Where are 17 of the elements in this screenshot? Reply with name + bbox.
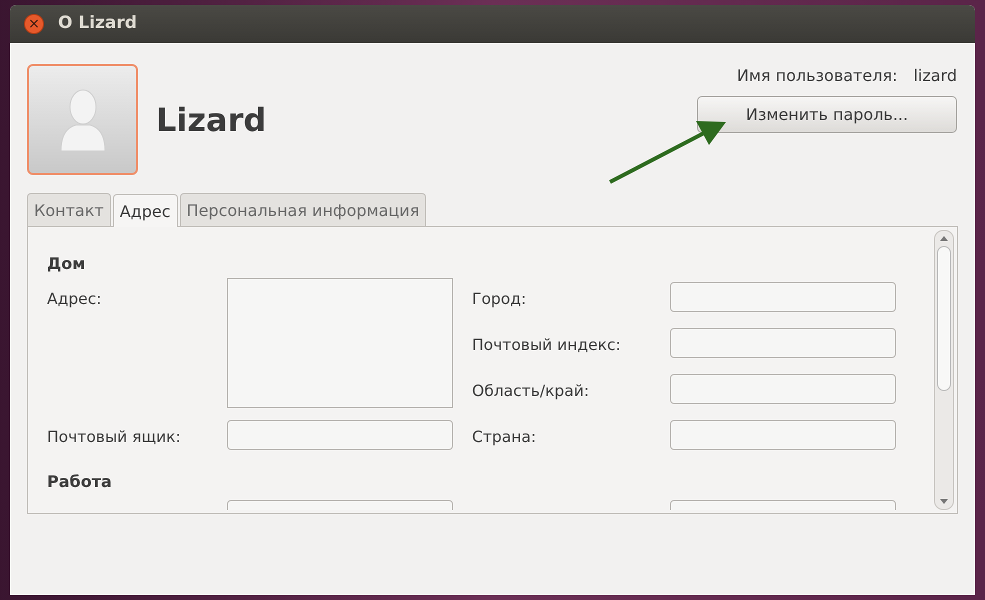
field-label: Почтовый индекс: <box>472 335 622 356</box>
field-label: Область/край: <box>472 381 590 402</box>
section-heading: Работа <box>47 471 113 493</box>
username-label: Имя пользователя: <box>736 65 898 87</box>
field-label: Почтовый ящик: <box>47 427 182 448</box>
close-button[interactable]: × <box>24 14 44 34</box>
tab[interactable]: Персональная информация <box>180 193 426 226</box>
section-heading: Дом <box>47 253 86 275</box>
tab[interactable]: Адрес <box>112 194 178 227</box>
username-value: lizard <box>913 65 957 87</box>
window-title: О Lizard <box>58 12 137 36</box>
tab[interactable]: Контакт <box>27 193 111 226</box>
user-display-name: Lizard <box>156 100 266 140</box>
change-password-button[interactable]: Изменить пароль... <box>697 96 957 133</box>
field-label: Адрес: <box>47 289 102 310</box>
field-label: Город: <box>472 289 528 310</box>
field-label: Страна: <box>472 427 538 448</box>
